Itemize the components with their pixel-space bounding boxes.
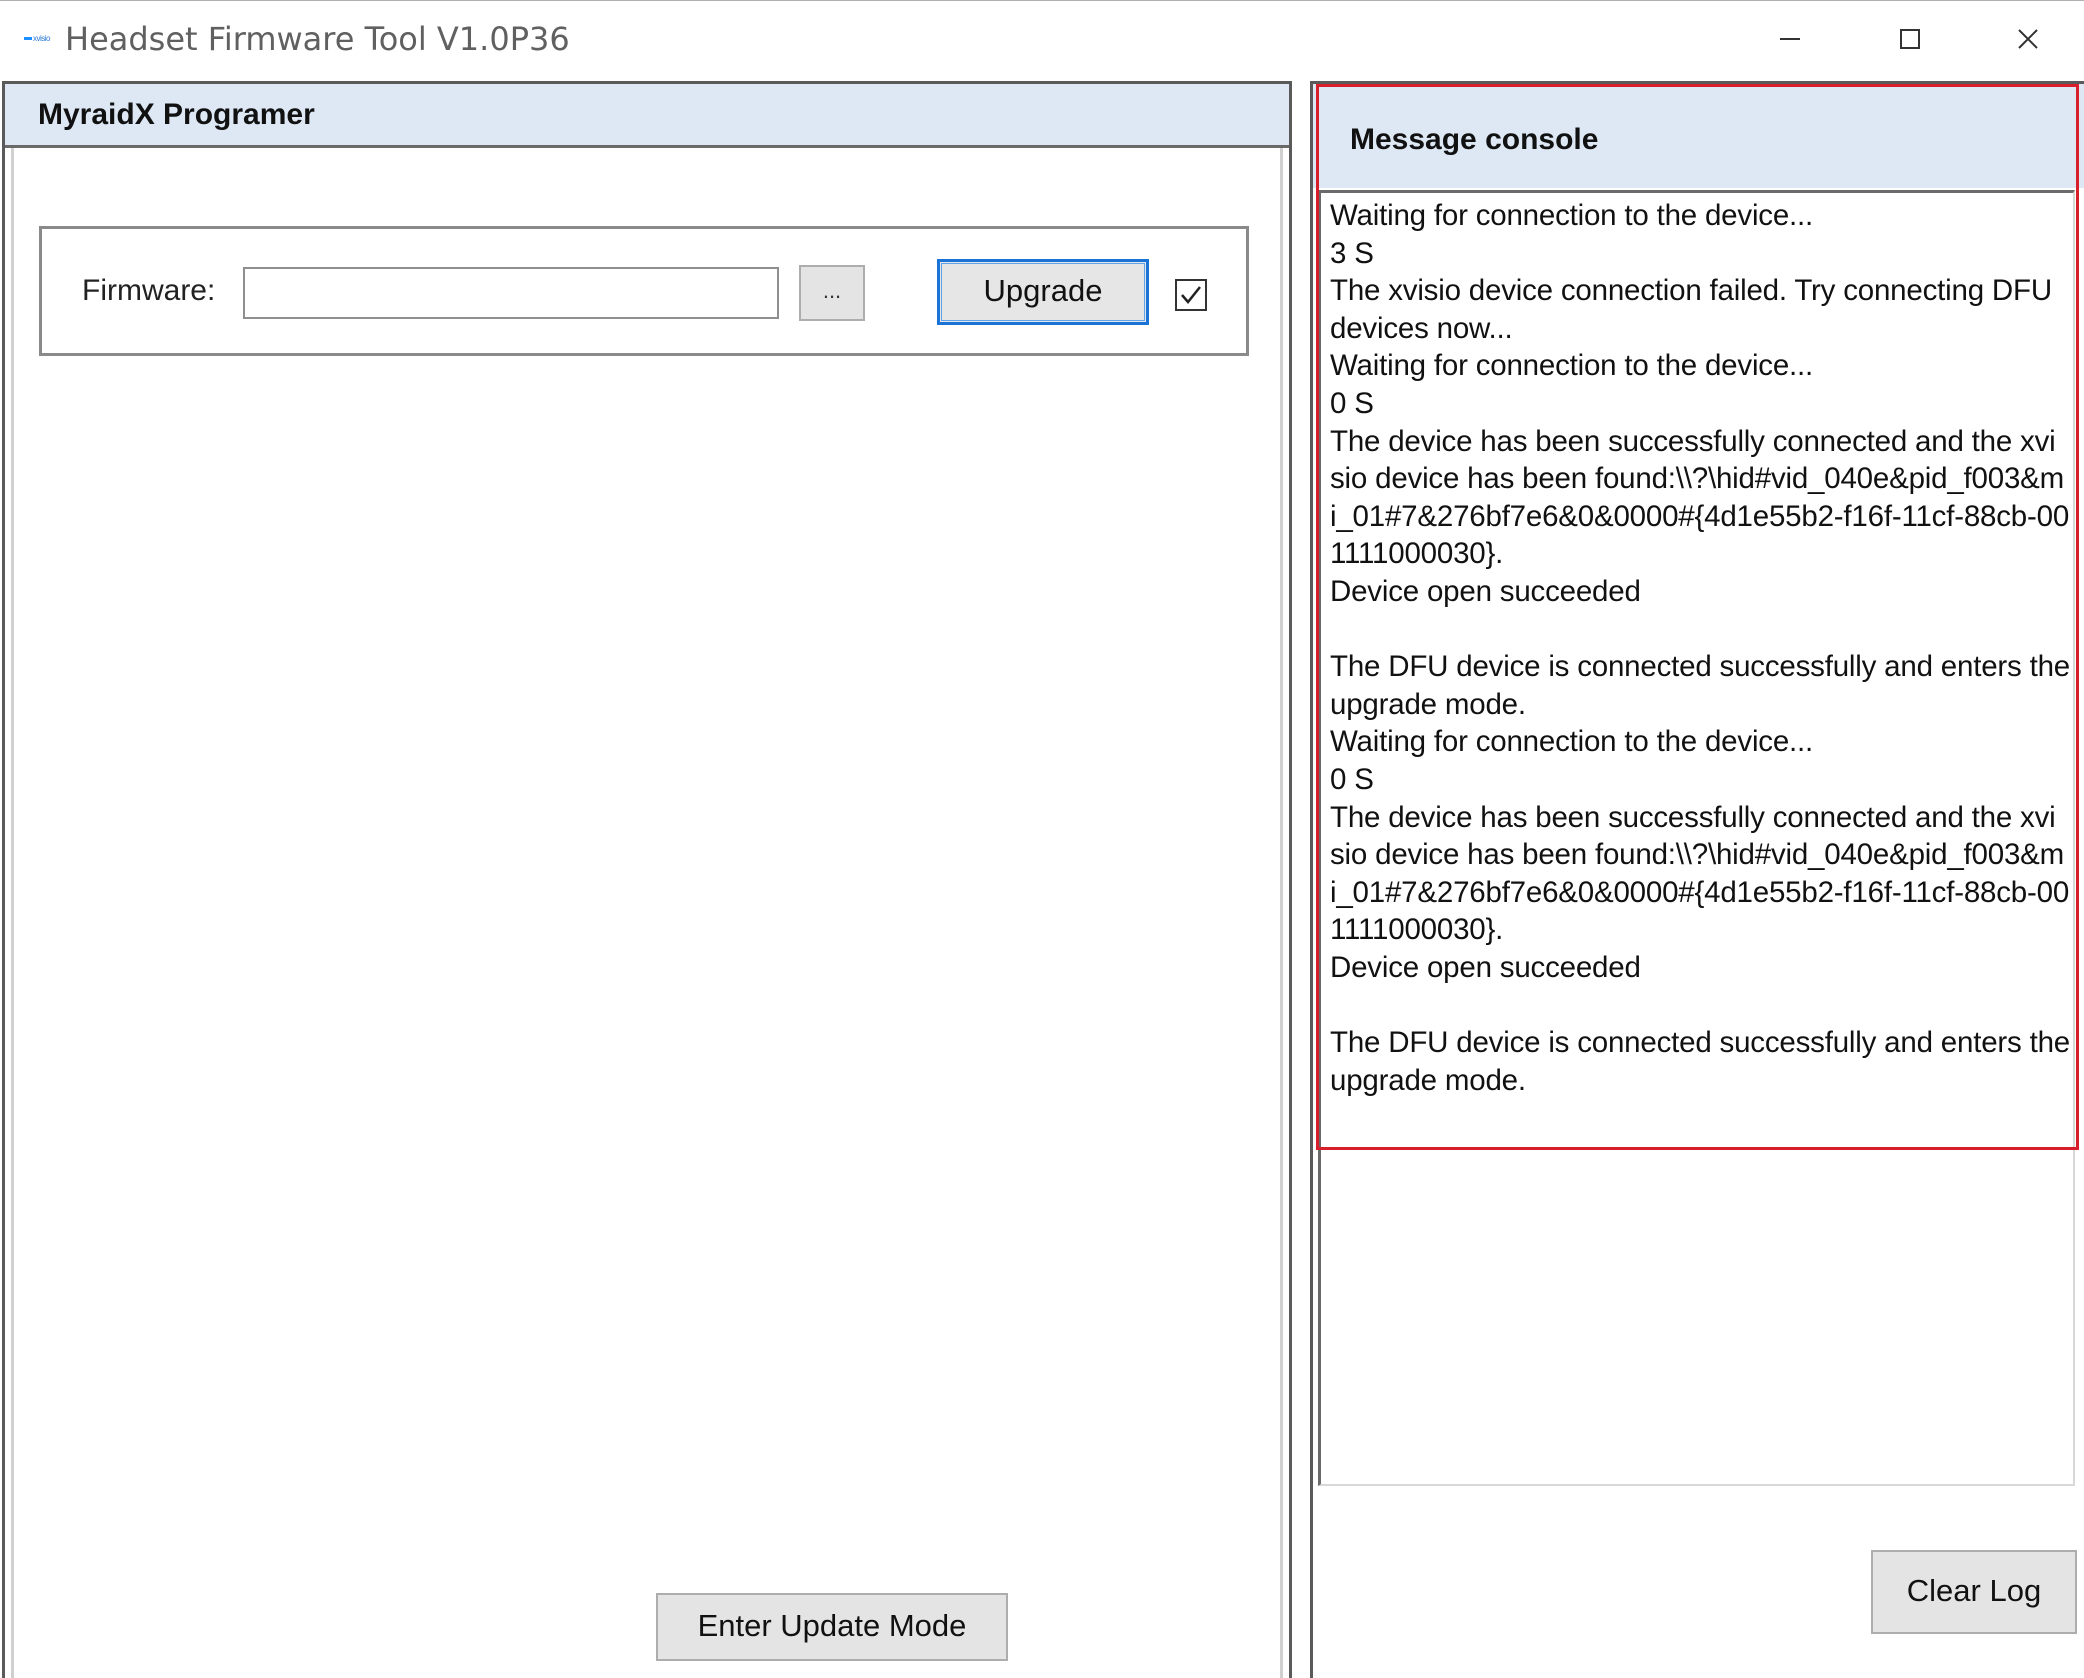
log-line: The DFU device is connected successfully… <box>1330 1026 2070 1097</box>
log-line: Device open succeeded <box>1330 950 1641 984</box>
log-line: Waiting for connection to the device... <box>1330 725 1814 759</box>
log-line: 0 S <box>1330 386 1374 420</box>
panel-title: MyraidX Programer <box>38 98 315 131</box>
message-console-log[interactable]: Waiting for connection to the device... 3… <box>1318 190 2075 1486</box>
firmware-label: Firmware: <box>82 274 216 307</box>
log-line: 3 S <box>1330 236 1374 270</box>
browse-button[interactable]: ... <box>799 265 865 321</box>
title-bar[interactable]: xvisio Headset Firmware Tool V1.0P36 <box>0 1 2084 77</box>
firmware-path-input[interactable] <box>243 267 779 319</box>
log-line: The xvisio device connection failed. Try… <box>1330 274 2060 345</box>
clear-log-button[interactable]: Clear Log <box>1871 1550 2077 1634</box>
log-lines: Waiting for connection to the device... 3… <box>1330 197 2070 1099</box>
log-line: The DFU device is connected successfully… <box>1330 650 2070 721</box>
panel-header: Message console <box>1313 84 2084 188</box>
firmware-group: Firmware: ... Upgrade <box>39 226 1249 356</box>
myraidx-programer-panel: MyraidX Programer Firmware: ... Upgrade … <box>2 81 1292 1678</box>
upgrade-checkbox[interactable] <box>1175 279 1207 311</box>
close-icon <box>2018 29 2038 49</box>
xvisio-app-icon: xvisio <box>24 32 54 46</box>
log-line: Waiting for connection to the device... <box>1330 199 1814 232</box>
maximize-button[interactable] <box>1860 11 1960 67</box>
enter-update-mode-button[interactable]: Enter Update Mode <box>656 1593 1008 1661</box>
log-line: The device has been successfully connect… <box>1330 800 2070 947</box>
log-line: Device open succeeded <box>1330 574 1641 608</box>
log-line: 0 S <box>1330 762 1374 796</box>
minimize-button[interactable] <box>1740 11 1840 67</box>
close-button[interactable] <box>1978 11 2078 67</box>
upgrade-button[interactable]: Upgrade <box>937 259 1149 325</box>
panel-title: Message console <box>1350 123 1599 156</box>
message-console-panel: Message console Waiting for connection t… <box>1310 81 2084 1678</box>
divider <box>1280 148 1283 1678</box>
app-window: xvisio Headset Firmware Tool V1.0P36 Myr… <box>0 0 2084 1678</box>
divider <box>11 148 14 1678</box>
log-line: The device has been successfully connect… <box>1330 424 2070 571</box>
log-line: Waiting for connection to the device... <box>1330 349 1814 383</box>
maximize-icon <box>1900 29 1920 49</box>
checkmark-icon <box>1181 286 1201 304</box>
window-title: Headset Firmware Tool V1.0P36 <box>65 20 570 58</box>
panel-header: MyraidX Programer <box>5 84 1289 148</box>
minimize-icon <box>1780 38 1800 40</box>
